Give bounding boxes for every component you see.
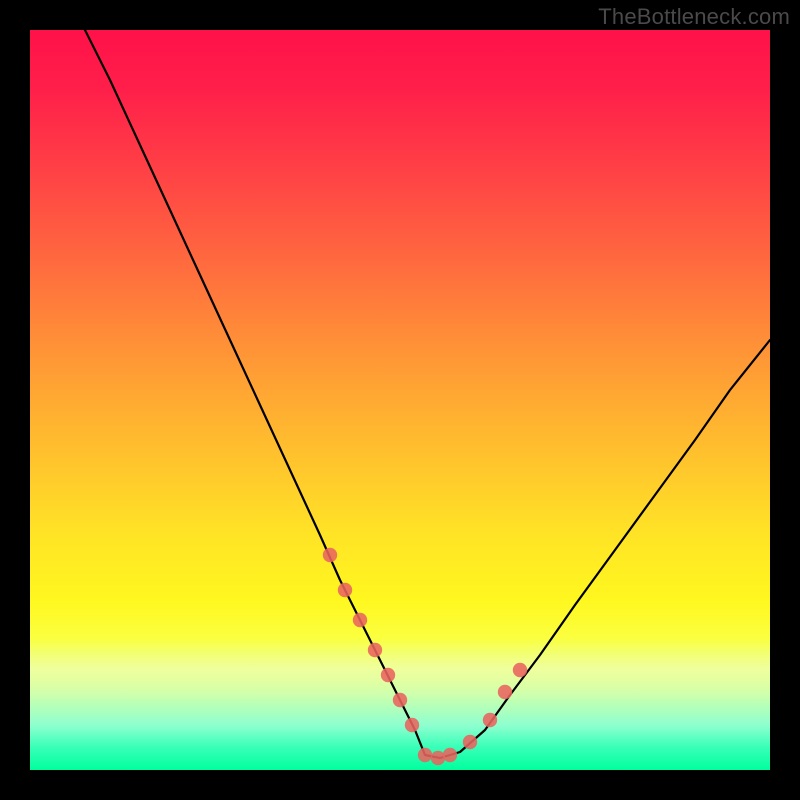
curve-layer — [30, 30, 770, 770]
chart-frame — [30, 30, 770, 770]
marker-point — [418, 748, 432, 762]
marker-point — [498, 685, 512, 699]
marker-point — [431, 751, 445, 765]
marker-point — [368, 643, 382, 657]
marker-point — [338, 583, 352, 597]
marker-point — [483, 713, 497, 727]
marker-point — [381, 668, 395, 682]
marker-point — [353, 613, 367, 627]
attribution-text: TheBottleneck.com — [598, 4, 790, 30]
curve-markers — [323, 548, 527, 765]
marker-point — [443, 748, 457, 762]
bottleneck-curve — [85, 30, 770, 758]
marker-point — [405, 718, 419, 732]
marker-point — [393, 693, 407, 707]
marker-point — [323, 548, 337, 562]
marker-point — [463, 735, 477, 749]
marker-point — [513, 663, 527, 677]
